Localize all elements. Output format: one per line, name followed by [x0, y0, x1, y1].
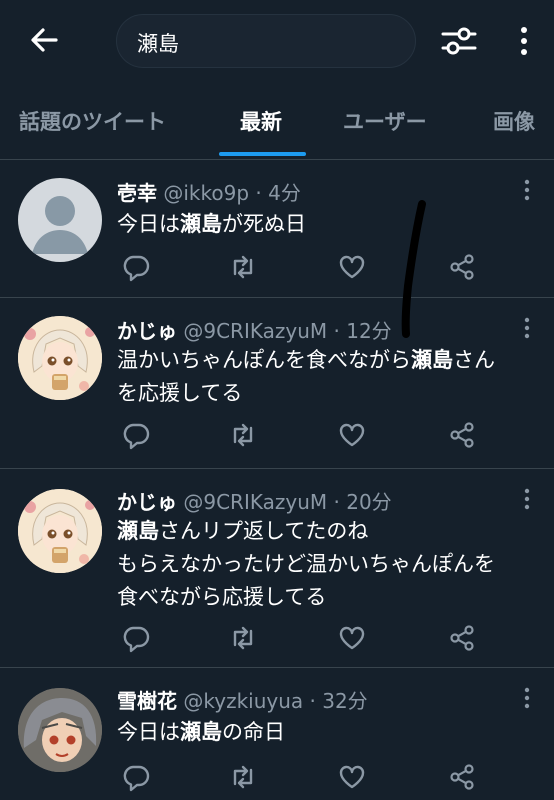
reply-icon[interactable] [121, 623, 151, 653]
tweet[interactable]: かじゅ @9CRIKazyuM · 20分 瀬島さんリプ返してたのね もらえなか… [0, 469, 554, 668]
user-handle[interactable]: @9CRIKazyuM [183, 490, 327, 514]
separator-dot: · [309, 689, 316, 713]
user-handle[interactable]: @ikko9p [163, 181, 249, 205]
like-icon[interactable] [337, 252, 367, 282]
tweet-text: 瀬島さんリプ返してたのね [117, 519, 369, 543]
hand-drawn-scribble [401, 200, 426, 338]
reply-icon[interactable] [121, 420, 151, 450]
timestamp[interactable]: 12分 [346, 319, 391, 343]
retweet-icon[interactable] [228, 762, 258, 792]
timestamp[interactable]: 4分 [268, 181, 301, 205]
like-icon[interactable] [337, 420, 367, 450]
retweet-icon[interactable] [228, 252, 258, 282]
more-options-icon[interactable] [512, 22, 536, 60]
anime-girl-avatar[interactable] [18, 316, 102, 400]
timestamp[interactable]: 32分 [322, 689, 367, 713]
separator-dot: · [255, 181, 262, 205]
display-name[interactable]: 壱幸 [117, 181, 157, 205]
retweet-icon[interactable] [228, 623, 258, 653]
reply-icon[interactable] [121, 762, 151, 792]
back-arrow-icon[interactable] [26, 22, 62, 58]
tab-people[interactable]: ユーザー [343, 106, 427, 136]
tweet[interactable]: かじゅ @9CRIKazyuM · 12分 温かいちゃんぽんを食べながら瀬島さん… [0, 298, 554, 469]
search-tabs: 話題のツイート 最新 ユーザー 画像 [0, 88, 554, 160]
tweet-header: かじゅ @9CRIKazyuM · 20分 [117, 486, 392, 515]
tab-top[interactable]: 話題のツイート [19, 106, 166, 136]
tweet-more-icon[interactable] [517, 178, 537, 202]
tweet-text: もらえなかったけど温かいちゃんぽんを [117, 552, 495, 576]
tab-photos[interactable]: 画像 [493, 106, 535, 136]
tweet-text: 今日は瀬島の命日 [117, 720, 285, 744]
tweet[interactable]: 壱幸 @ikko9p · 4分 今日は瀬島が死ぬ日 [0, 160, 554, 298]
active-tab-indicator [219, 152, 306, 156]
user-handle[interactable]: @kyzkiuyua [183, 689, 303, 713]
user-handle[interactable]: @9CRIKazyuM [183, 319, 327, 343]
like-icon[interactable] [337, 762, 367, 792]
tab-latest[interactable]: 最新 [240, 106, 282, 136]
tweet[interactable]: 雪樹花 @kyzkiuyua · 32分 今日は瀬島の命日 [0, 668, 554, 800]
tweet-header: 壱幸 @ikko9p · 4分 [117, 177, 301, 206]
anime-character-avatar[interactable] [18, 688, 102, 772]
tweet-text: を応援してる [117, 381, 243, 405]
separator-dot: · [333, 319, 340, 343]
tweet-more-icon[interactable] [517, 686, 537, 710]
display-name[interactable]: かじゅ [117, 490, 177, 514]
tweet-more-icon[interactable] [517, 487, 537, 511]
search-query: 瀬島 [137, 32, 179, 56]
display-name[interactable]: かじゅ [117, 319, 177, 343]
search-input[interactable]: 瀬島 [116, 14, 416, 68]
tweet-text: 温かいちゃんぽんを食べながら瀬島さん [117, 348, 495, 372]
tweet-text: 今日は瀬島が死ぬ日 [117, 212, 306, 236]
display-name[interactable]: 雪樹花 [117, 689, 177, 713]
share-icon[interactable] [447, 623, 477, 653]
search-filter-icon[interactable] [440, 22, 478, 60]
share-icon[interactable] [447, 420, 477, 450]
tweet-header: かじゅ @9CRIKazyuM · 12分 [117, 315, 392, 344]
tweet-text: 食べながら応援してる [117, 585, 327, 609]
anime-girl-avatar[interactable] [18, 489, 102, 573]
top-bar: 瀬島 [0, 0, 554, 82]
share-icon[interactable] [447, 762, 477, 792]
like-icon[interactable] [337, 623, 367, 653]
share-icon[interactable] [447, 252, 477, 282]
default-avatar-icon[interactable] [18, 178, 102, 262]
tweet-more-icon[interactable] [517, 316, 537, 340]
reply-icon[interactable] [121, 252, 151, 282]
timestamp[interactable]: 20分 [346, 490, 391, 514]
separator-dot: · [333, 490, 340, 514]
retweet-icon[interactable] [228, 420, 258, 450]
tweet-header: 雪樹花 @kyzkiuyua · 32分 [117, 685, 368, 714]
